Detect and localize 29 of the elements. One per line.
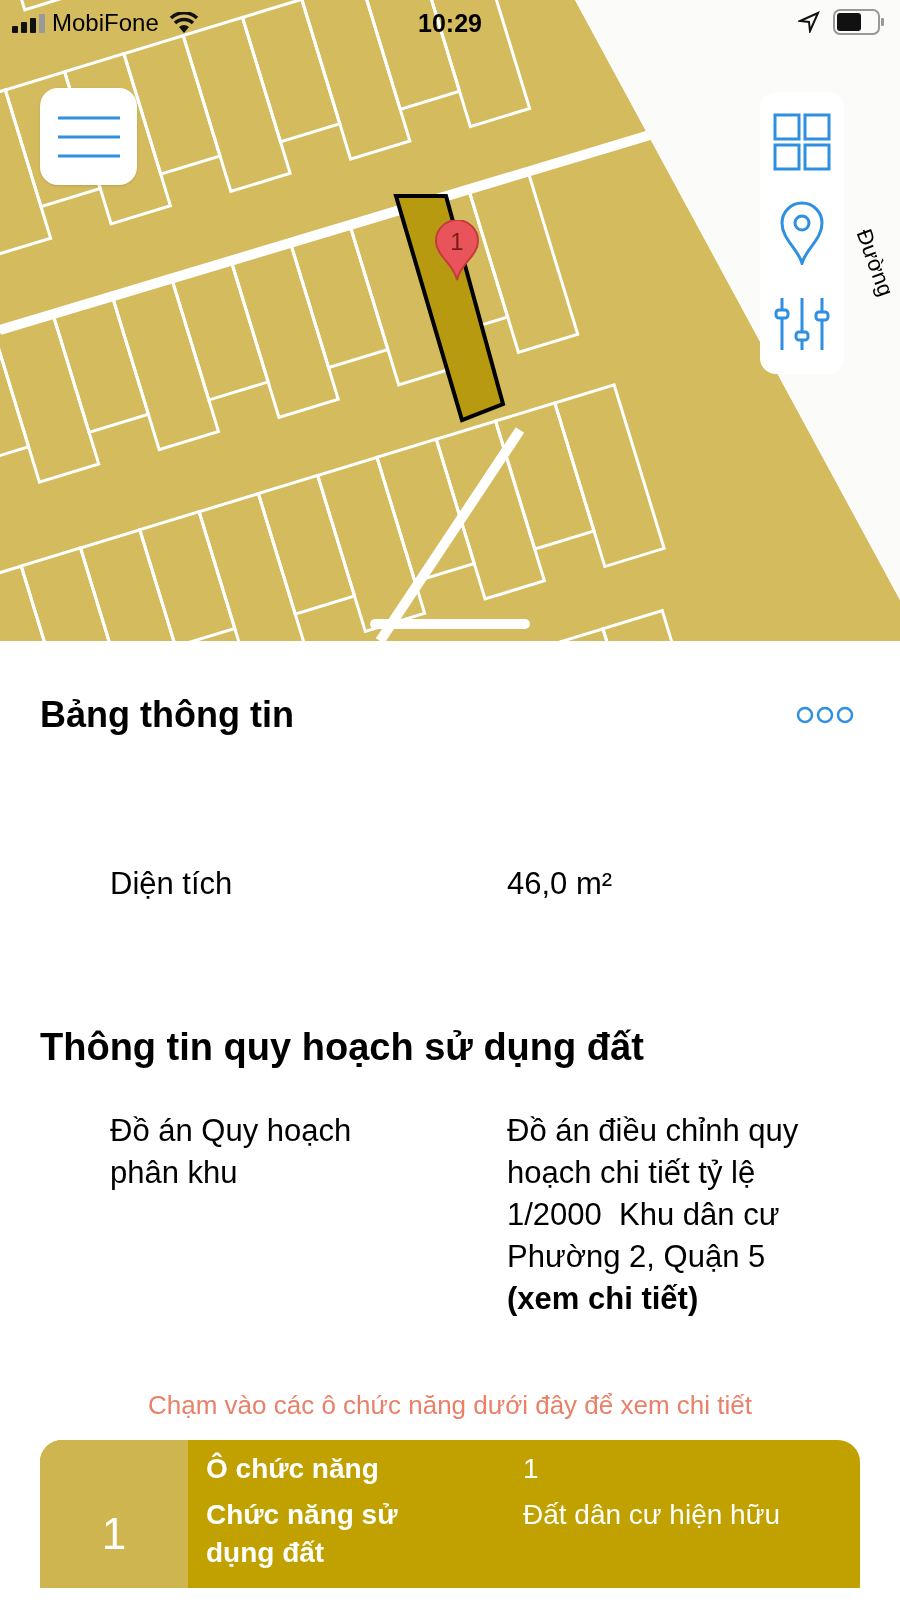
zone-field-label: Ô chức năng (206, 1451, 380, 1486)
signal-icon (12, 13, 48, 33)
map-pin-icon (434, 220, 480, 282)
zone-number: 1 (101, 1509, 127, 1559)
section-heading: Thông tin quy hoạch sử dụng đất (39, 1025, 645, 1069)
wifi-icon (168, 12, 199, 34)
more-dots-icon (796, 706, 854, 724)
more-options-button[interactable] (796, 706, 854, 724)
carrier-name: MobiFone (52, 8, 159, 38)
field-label: Diện tích (110, 865, 234, 903)
zone-field-value: 1 (523, 1452, 539, 1486)
marker-label: 1 (449, 228, 465, 256)
hint-text: Chạm vào các ô chức năng dưới đây để xem chi tiết (147, 1389, 753, 1421)
grid-icon (773, 113, 831, 171)
field-value: Đồ án điều chỉnh quy hoạch chi tiết tỷ lệ 1/2000 Khu dân cư Phường 2, Quận 5 (507, 1112, 800, 1276)
field-value: 46,0 m² (507, 865, 613, 903)
map-pin-outline-icon (780, 201, 824, 265)
field-label: Đồ án Quy hoạch phân khu (110, 1112, 353, 1192)
sliders-icon (774, 296, 830, 352)
battery-icon (833, 9, 885, 35)
sheet-title: Bảng thông tin (40, 693, 294, 737)
menu-button[interactable] (40, 88, 137, 185)
location-arrow-icon (798, 11, 820, 33)
sheet-drag-handle[interactable] (370, 619, 530, 629)
zone-field-value: Đất dân cư hiện hữu (523, 1498, 780, 1532)
menu-icon (57, 114, 120, 159)
road-label: Đường (851, 226, 898, 300)
detail-link[interactable]: (xem chi tiết) (507, 1278, 699, 1320)
zone-field-label: Chức năng sử dụng đất (206, 1498, 399, 1570)
